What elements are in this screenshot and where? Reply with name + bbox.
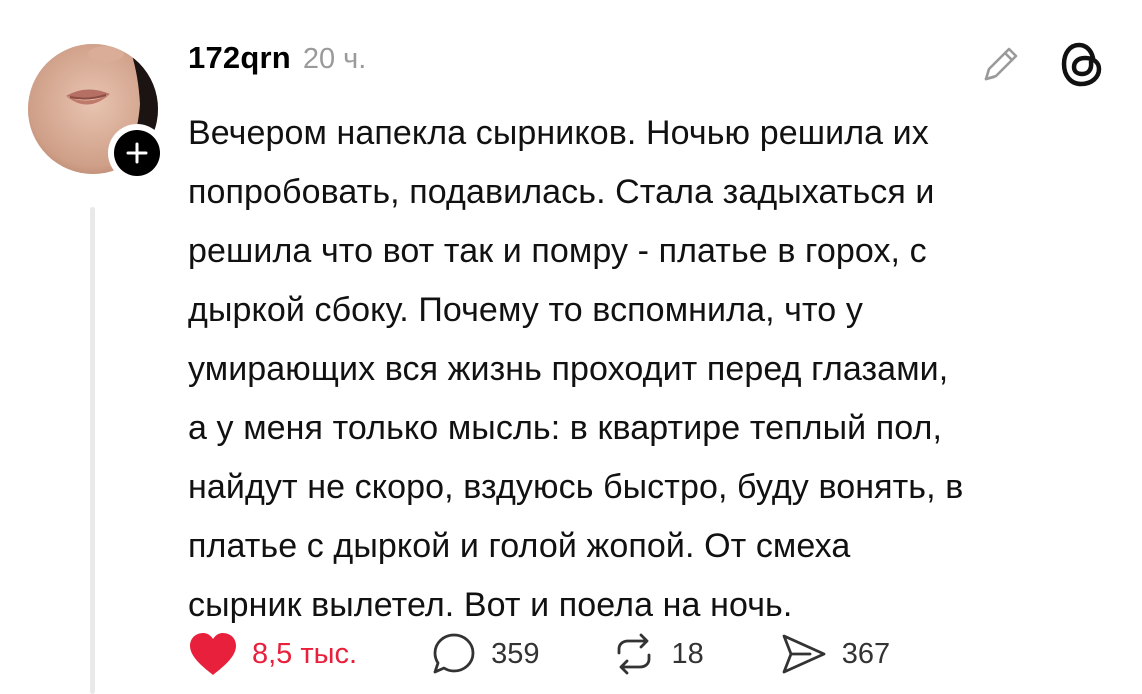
like-count: 8,5 тыс. [252, 637, 358, 670]
post-text: Вечером напекла сырников. Ночью решила и… [188, 114, 964, 624]
thread-line [90, 207, 95, 694]
share-button[interactable]: 367 [780, 631, 890, 677]
plus-icon [126, 142, 148, 164]
share-icon [782, 634, 826, 674]
repost-button[interactable]: 18 [611, 631, 704, 677]
edit-icon[interactable] [978, 41, 1024, 87]
follow-badge-circle [114, 130, 160, 176]
repost-icon [618, 633, 651, 675]
reply-count: 359 [491, 637, 540, 670]
comment-icon [433, 633, 475, 674]
thread-post: 172qrn 20 ч. Вечером напекла сырников. Н… [0, 0, 1142, 694]
post-actions: 8,5 тыс. 359 18 367 [188, 628, 890, 680]
post-top-icons [978, 40, 1104, 88]
post-header: 172qrn 20 ч. [188, 40, 366, 90]
repost-count: 18 [671, 637, 704, 670]
timestamp: 20 ч. [302, 43, 367, 75]
heart-icon [190, 633, 236, 675]
username[interactable]: 172qrn [188, 40, 291, 76]
reply-button[interactable]: 359 [431, 631, 539, 677]
like-button[interactable]: 8,5 тыс. [188, 631, 357, 677]
follow-button[interactable] [108, 124, 166, 182]
threads-logo-icon[interactable] [1060, 40, 1104, 88]
share-count: 367 [841, 637, 891, 670]
